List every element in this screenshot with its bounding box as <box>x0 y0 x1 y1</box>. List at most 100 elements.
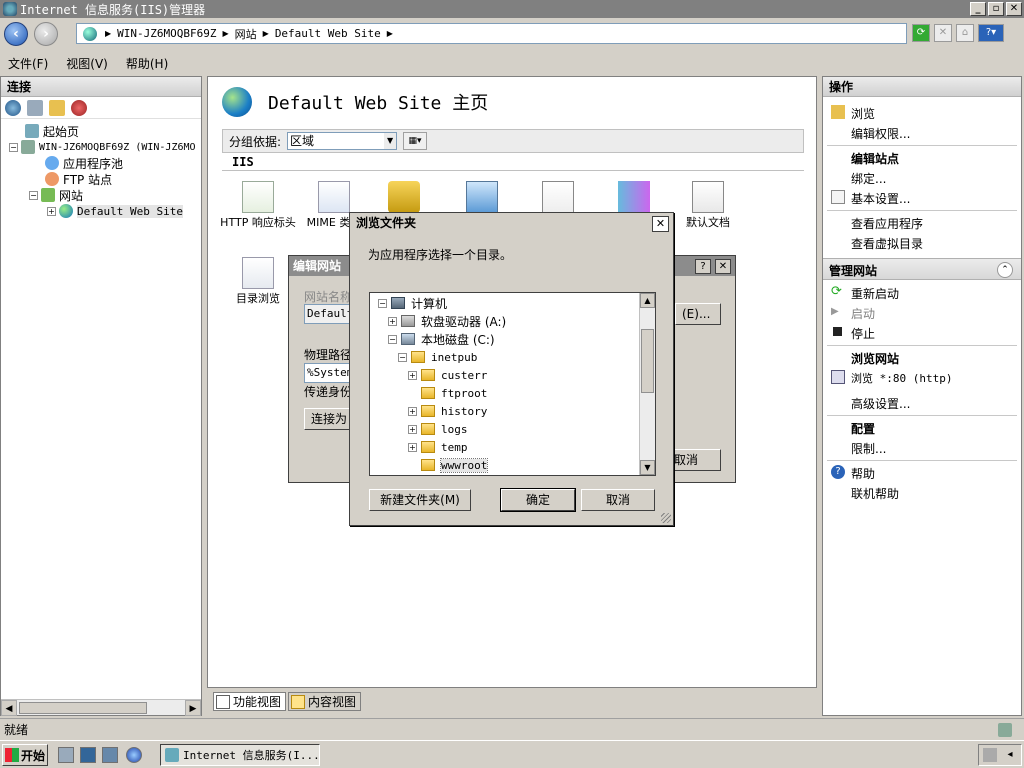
disconnect-icon[interactable] <box>71 99 87 116</box>
group-by-select[interactable]: 区域 ▼ <box>287 132 398 150</box>
home-icon[interactable]: ⌂ <box>956 24 974 42</box>
view-mode-button[interactable]: ▦▾ <box>403 132 428 150</box>
tab-content-view[interactable]: 内容视图 <box>288 692 362 711</box>
ok-button[interactable]: 确定 <box>500 488 576 512</box>
action-view-virtual-dirs[interactable]: 查看虚拟目录 <box>851 235 923 252</box>
feature-http-headers[interactable]: HTTP 响应标头 <box>220 181 296 229</box>
folder-temp[interactable]: + temp <box>408 439 468 455</box>
show-desktop-icon[interactable] <box>80 747 96 763</box>
expand-icon[interactable]: + <box>408 442 417 452</box>
action-view-applications[interactable]: 查看应用程序 <box>851 215 923 232</box>
refresh-icon[interactable]: ⟳ <box>912 24 930 42</box>
collapse-icon[interactable]: − <box>9 142 18 152</box>
tree-item-start-page[interactable]: 起始页 <box>1 123 201 139</box>
action-help[interactable]: 帮助 <box>851 465 875 482</box>
breadcrumb-server[interactable]: WIN-JZ6MOQBF69Z <box>117 27 216 40</box>
expand-icon[interactable]: + <box>408 406 417 416</box>
minimize-button[interactable]: _ <box>970 2 986 16</box>
scroll-thumb[interactable] <box>641 329 654 393</box>
scroll-down-icon[interactable]: ▼ <box>640 460 655 475</box>
menu-help[interactable]: 帮助(H) <box>126 55 168 72</box>
vertical-scrollbar[interactable]: ▲ ▼ <box>639 293 655 475</box>
address-bar[interactable]: ▶ WIN-JZ6MOQBF69Z ▶ 网站 ▶ Default Web Sit… <box>76 23 907 44</box>
feature-directory-browsing[interactable]: 目录浏览 <box>220 257 296 305</box>
scroll-left-icon[interactable]: ◀ <box>1 700 17 716</box>
stop-icon[interactable]: ✕ <box>934 24 952 42</box>
collapse-icon[interactable]: − <box>29 190 38 200</box>
collapse-icon[interactable]: − <box>398 352 407 362</box>
scroll-thumb[interactable] <box>19 702 147 714</box>
collapse-up-icon[interactable]: ⌃ <box>997 262 1013 278</box>
manage-site-header[interactable]: 管理网站 ⌃ <box>823 258 1021 280</box>
action-browse-port-80[interactable]: 浏览 *:80 (http) <box>851 370 952 386</box>
new-folder-button[interactable]: 新建文件夹(M) <box>369 489 471 511</box>
save-icon[interactable] <box>27 99 43 116</box>
expand-icon[interactable]: + <box>47 206 56 216</box>
scroll-right-icon[interactable]: ▶ <box>185 700 201 716</box>
feature-default-document[interactable]: 默认文档 <box>670 181 746 229</box>
tab-features-view[interactable]: 功能视图 <box>213 692 287 711</box>
dialog-help-button[interactable]: ? <box>695 259 711 274</box>
action-stop[interactable]: 停止 <box>851 325 875 342</box>
forward-button[interactable]: › <box>34 22 58 46</box>
resize-grip-icon[interactable] <box>661 513 671 523</box>
horizontal-scrollbar[interactable]: ◀ ▶ <box>1 699 201 716</box>
collapse-icon[interactable]: − <box>378 298 387 308</box>
folder-custerr[interactable]: + custerr <box>408 367 487 383</box>
expand-icon[interactable]: + <box>408 370 417 380</box>
menu-file[interactable]: 文件(F) <box>8 55 48 72</box>
edit-cancel-button[interactable]: 取消 <box>673 449 721 471</box>
help-icon[interactable]: ?▾ <box>978 24 1004 42</box>
action-basic-settings[interactable]: 基本设置... <box>851 190 910 207</box>
action-explore[interactable]: 浏览 <box>851 105 875 122</box>
sites-icon <box>41 188 55 202</box>
breadcrumb-site[interactable]: Default Web Site <box>275 27 381 40</box>
action-advanced-settings[interactable]: 高级设置... <box>851 395 910 412</box>
server-manager-icon[interactable] <box>58 747 74 763</box>
scroll-up-icon[interactable]: ▲ <box>640 293 655 308</box>
volume-icon[interactable]: ◂ <box>1003 748 1017 762</box>
taskbar-item-iis[interactable]: Internet 信息服务(I... <box>160 744 320 766</box>
folder-history[interactable]: + history <box>408 403 487 419</box>
up-folder-icon[interactable] <box>49 99 65 116</box>
folder-ftproot[interactable]: ftproot <box>408 385 487 401</box>
browse-close-button[interactable]: ✕ <box>652 216 669 232</box>
breadcrumb-sites[interactable]: 网站 <box>235 26 257 42</box>
action-limits[interactable]: 限制... <box>851 440 886 457</box>
cancel-button[interactable]: 取消 <box>581 489 655 511</box>
folder-inetpub[interactable]: − inetpub <box>398 349 477 365</box>
tree-item-ftp-sites[interactable]: FTP 站点 <box>1 171 201 187</box>
menu-view[interactable]: 视图(V) <box>66 55 108 72</box>
command-prompt-icon[interactable] <box>102 747 118 763</box>
action-start[interactable]: 启动 <box>851 305 875 322</box>
tree-item-app-pools[interactable]: 应用程序池 <box>1 155 201 171</box>
tree-item-sites[interactable]: − 网站 <box>1 187 201 203</box>
folder-tree[interactable]: − 计算机 + 软盘驱动器 (A:) − 本地磁盘 (C:) − inetpub… <box>369 292 656 476</box>
connect-icon[interactable] <box>5 99 21 116</box>
folder-logs[interactable]: + logs <box>408 421 468 437</box>
collapse-icon[interactable]: − <box>388 334 397 344</box>
close-button[interactable]: ✕ <box>1006 2 1022 16</box>
start-button[interactable]: 开始 <box>2 744 48 766</box>
tray-network-icon[interactable] <box>983 748 997 762</box>
ie-icon[interactable] <box>126 747 142 763</box>
maximize-button[interactable]: ▫ <box>988 2 1004 16</box>
tree-item-default-web-site[interactable]: + Default Web Site <box>1 203 201 219</box>
dialog-close-button[interactable]: ✕ <box>715 259 731 274</box>
tree-item-server[interactable]: − WIN-JZ6MOQBF69Z (WIN-JZ6MO <box>1 139 201 155</box>
folder-wwwroot[interactable]: wwwroot <box>408 457 489 473</box>
action-edit-permissions[interactable]: 编辑权限... <box>851 125 910 142</box>
action-online-help[interactable]: 联机帮助 <box>851 485 899 502</box>
chevron-right-icon: ▶ <box>386 29 393 38</box>
action-restart[interactable]: 重新启动 <box>851 285 899 302</box>
expand-icon[interactable]: + <box>408 424 417 434</box>
action-bindings[interactable]: 绑定... <box>851 170 886 187</box>
expand-icon[interactable]: + <box>388 316 397 326</box>
menu-bar: 文件(F) 视图(V) 帮助(H) <box>0 52 1024 74</box>
back-button[interactable]: ‹ <box>4 22 28 46</box>
select-pool-button[interactable]: (E)... <box>675 303 721 325</box>
folder-local-disk[interactable]: − 本地磁盘 (C:) <box>388 331 495 347</box>
folder-floppy[interactable]: + 软盘驱动器 (A:) <box>388 313 506 329</box>
folder-computer[interactable]: − 计算机 <box>378 295 447 311</box>
browse-folder-dialog: 浏览文件夹 ✕ 为应用程序选择一个目录。 − 计算机 + 软盘驱动器 (A:) … <box>349 212 674 526</box>
